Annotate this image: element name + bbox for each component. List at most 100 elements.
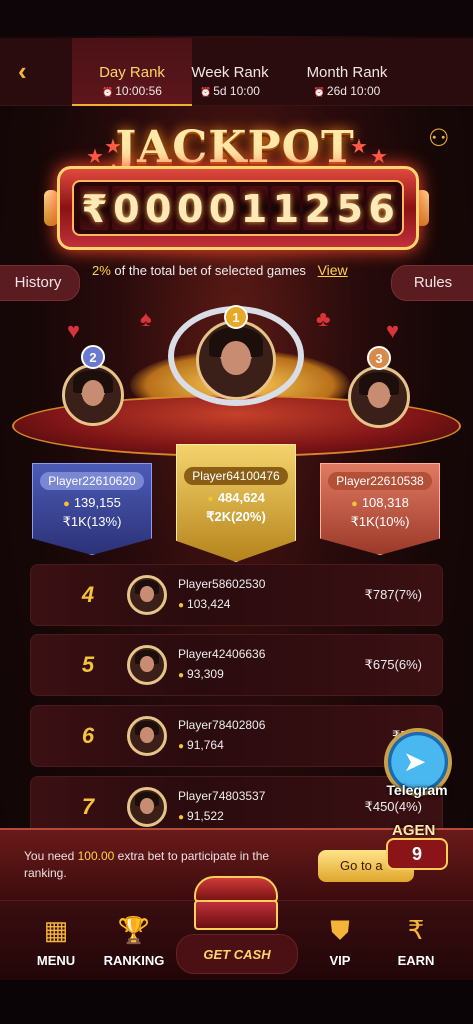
profile-gift-icon[interactable]: ⚇	[428, 124, 450, 153]
player-coins: 103,424	[178, 597, 230, 611]
tab-label: Month Rank	[306, 64, 388, 81]
player-name: Player74803537	[178, 789, 266, 803]
avatar-face	[140, 727, 154, 743]
tab-countdown: 26d 10:00	[287, 84, 407, 98]
jackpot-digit: 0	[175, 186, 205, 231]
agent-badge[interactable]: AGEN 9	[386, 822, 448, 874]
player-prize: ₹450(4%)	[364, 799, 422, 814]
rupee-coin-icon: ₹	[407, 915, 425, 945]
ranking-row[interactable]: 6 Player78402806 91,764 ₹562	[30, 705, 443, 767]
back-arrow-icon[interactable]: ‹	[18, 58, 44, 84]
avatar-face	[140, 798, 154, 814]
jackpot-digit: 0	[207, 186, 237, 231]
ranking-screen: ‹ Day Rank 10:00:56 Week Rank 5d 10:00 M…	[0, 0, 473, 1024]
nav-vip[interactable]: ⛊ VIP	[300, 901, 380, 981]
player-name: Player78402806	[178, 718, 266, 732]
avatar-face	[221, 340, 251, 375]
avatar[interactable]	[62, 364, 124, 426]
rank2-card[interactable]: Player22610620 139,155 ₹1K(13%)	[32, 463, 152, 555]
player-prize: ₹1K(10%)	[350, 514, 410, 529]
get-cash-button[interactable]: GET CASH	[176, 934, 298, 974]
tab-label: Week Rank	[191, 64, 269, 81]
jackpot-digit: 1	[271, 186, 301, 231]
nav-menu[interactable]: ▦ MENU	[16, 901, 96, 981]
chest-box	[194, 900, 278, 930]
player-coins: 91,764	[178, 738, 224, 752]
player-name: Player22610620	[40, 472, 144, 490]
player-coins: 91,522	[178, 809, 224, 823]
avatar-face	[140, 586, 154, 602]
ranking-row[interactable]: 5 Player42406636 93,309 ₹675(6%)	[30, 634, 443, 696]
avatar-face	[367, 382, 391, 409]
player-coins: 108,318	[321, 495, 439, 510]
player-name: Player58602530	[178, 577, 266, 591]
spade-suit-icon: ♠	[140, 306, 152, 331]
trophy-icon: 🏆	[117, 915, 151, 945]
avatar	[127, 716, 167, 756]
player-coins: 139,155	[33, 495, 151, 510]
notice-amount: 100.00	[77, 849, 115, 863]
jackpot-counter: ₹ 0 0 0 0 1 1 2 5 6	[57, 166, 419, 250]
player-prize: ₹787(7%)	[364, 587, 422, 602]
heart-suit-icon: ♥	[386, 318, 400, 343]
vip-shield-icon: ⛊	[330, 915, 350, 945]
nav-ranking[interactable]: 🏆 RANKING	[94, 901, 174, 981]
rank3-badge: 3	[367, 346, 391, 370]
heart-suit-icon: ♥	[67, 318, 81, 343]
jackpot-digit: 0	[111, 186, 141, 231]
history-button[interactable]: History	[0, 265, 80, 301]
menu-grid-icon: ▦	[43, 915, 69, 945]
system-nav-area	[0, 980, 473, 1024]
treasure-chest-icon[interactable]	[188, 872, 284, 932]
status-bar	[0, 0, 473, 36]
avatar[interactable]	[348, 366, 410, 428]
jackpot-note: 2% of the total bet of selected games Vi…	[92, 262, 348, 278]
jackpot-digits: ₹ 0 0 0 0 1 1 2 5 6	[72, 180, 404, 236]
agent-label: AGEN	[392, 822, 436, 839]
jackpot-digit: 1	[239, 186, 269, 231]
jackpot-percent: 2%	[92, 263, 111, 278]
nav-label: EARN	[397, 953, 435, 968]
rank-number: 4	[81, 582, 95, 607]
club-suit-icon: ♣	[316, 306, 331, 331]
paper-plane-icon: ➤	[403, 746, 427, 777]
rank-number: 6	[81, 723, 95, 748]
avatar[interactable]	[196, 320, 276, 400]
telegram-label: Telegram	[386, 782, 448, 798]
jackpot-digit: ₹	[80, 186, 109, 231]
avatar-face	[81, 380, 105, 407]
tab-month-rank[interactable]: Month Rank 26d 10:00	[287, 38, 407, 106]
rank2-badge: 2	[81, 345, 105, 369]
ranking-row[interactable]: 4 Player58602530 103,424 ₹787(7%)	[30, 564, 443, 626]
nav-label: VIP	[329, 953, 351, 968]
player-coins: 93,309	[178, 667, 224, 681]
nav-label: RANKING	[103, 953, 165, 968]
rank-tabs: ‹ Day Rank 10:00:56 Week Rank 5d 10:00 M…	[0, 38, 473, 106]
jackpot-note-text: of the total bet of selected games	[114, 263, 306, 278]
rules-button[interactable]: Rules	[391, 265, 473, 301]
player-prize: ₹1K(13%)	[62, 514, 122, 529]
avatar	[127, 575, 167, 615]
player-name: Player22610538	[328, 472, 432, 490]
tab-countdown: 5d 10:00	[170, 84, 290, 98]
nav-label: MENU	[36, 953, 76, 968]
rank1-card[interactable]: Player64100476 484,624 ₹2K(20%)	[176, 444, 296, 562]
avatar	[127, 787, 167, 827]
jackpot-digit: 2	[303, 186, 333, 231]
jackpot-digit: 5	[335, 186, 365, 231]
view-link[interactable]: View	[318, 262, 348, 278]
jackpot-digit: 0	[143, 186, 173, 231]
rank1-badge: 1	[224, 305, 248, 329]
nav-earn[interactable]: ₹ EARN	[376, 901, 456, 981]
player-prize: ₹675(6%)	[364, 657, 422, 672]
agent-value: 9	[386, 838, 448, 870]
rank-number: 7	[81, 794, 95, 819]
player-coins: 484,624	[177, 490, 295, 505]
avatar-face	[140, 656, 154, 672]
tab-week-rank[interactable]: Week Rank 5d 10:00	[170, 38, 290, 106]
player-prize: ₹2K(20%)	[206, 509, 266, 524]
chest-lid	[194, 876, 278, 902]
rank3-card[interactable]: Player22610538 108,318 ₹1K(10%)	[320, 463, 440, 555]
avatar	[127, 645, 167, 685]
rank-number: 5	[81, 652, 95, 677]
